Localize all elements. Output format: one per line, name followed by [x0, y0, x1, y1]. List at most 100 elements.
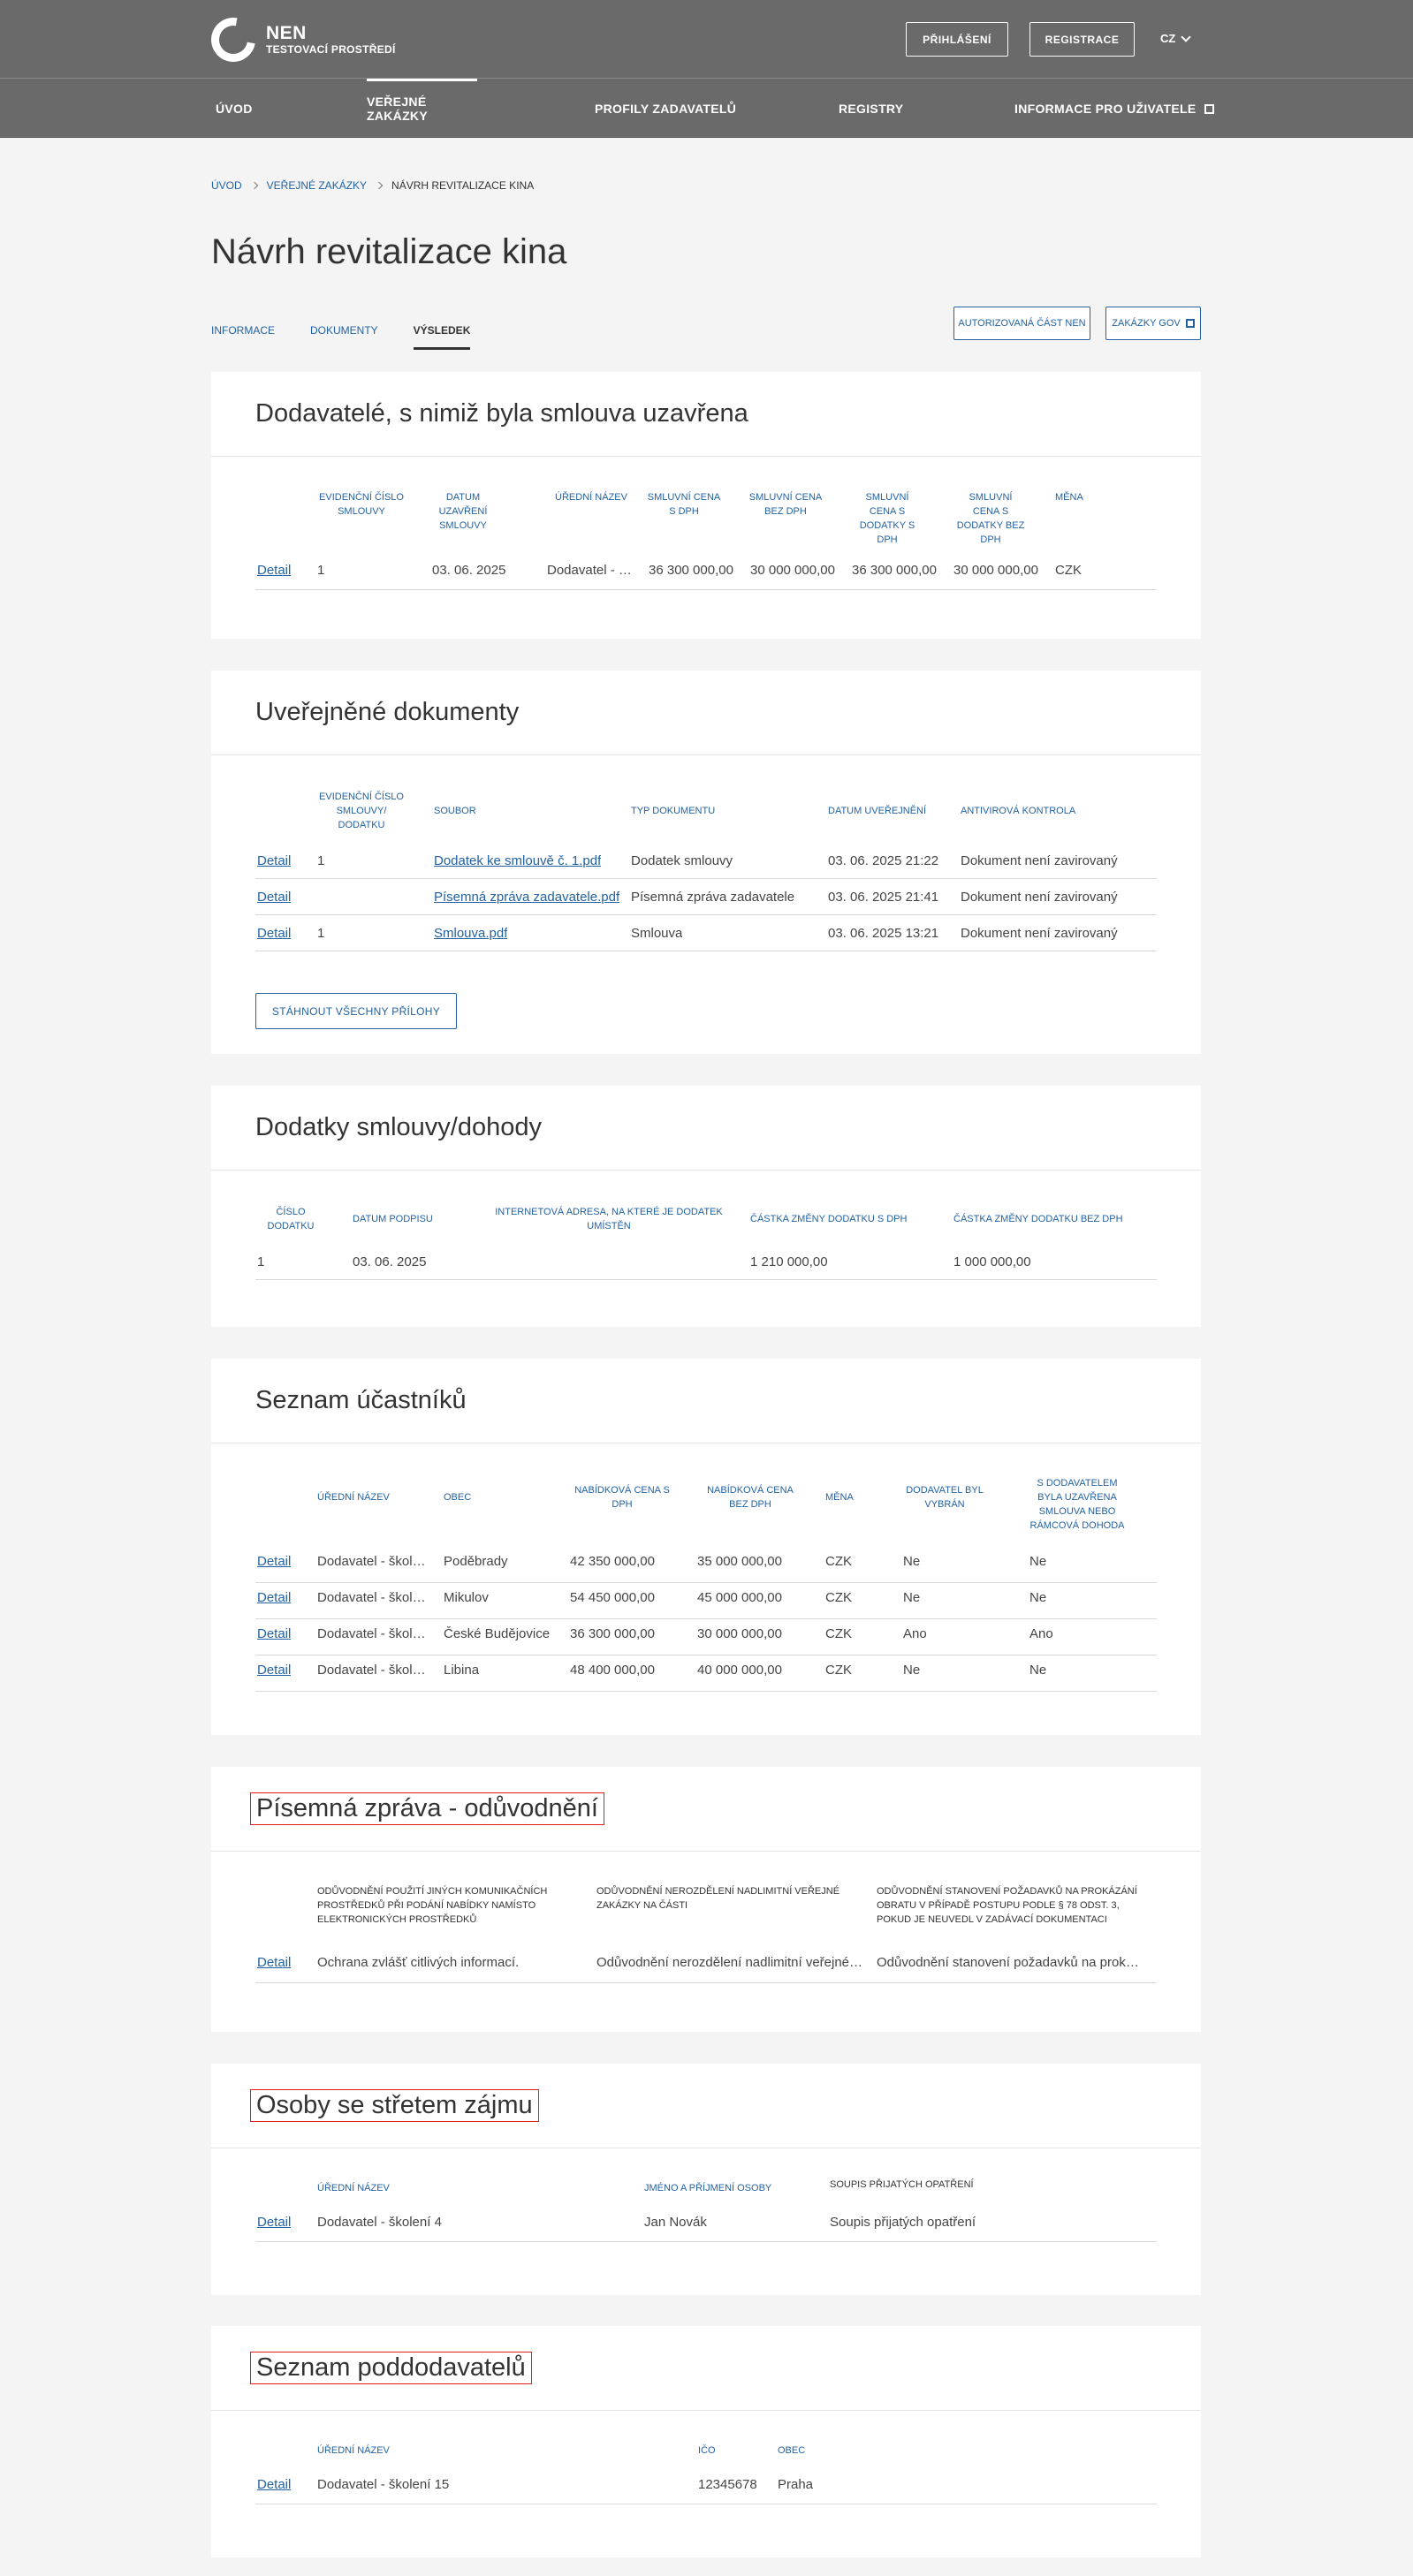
col-header: EVIDENČNÍ ČÍSLO SMLOUVY: [319, 492, 404, 517]
table-cell: Písemná zpráva zadavatele: [631, 890, 795, 905]
download-all-button[interactable]: STÁHNOUT VŠECHNY PŘÍLOHY: [255, 993, 457, 1029]
detail-link[interactable]: Detail: [257, 2215, 291, 2230]
col-header: EVIDENČNÍ ČÍSLO SMLOUVY/ DODATKU: [319, 792, 404, 830]
table-cell: České Budějovice: [444, 1626, 551, 1641]
nav-item-uvod[interactable]: ÚVOD: [216, 80, 253, 138]
table-row: Detail 1 03. 06. 2025 Dodavatel - školen…: [255, 561, 1157, 590]
col-header: SMLUVNÍ CENA S DPH: [647, 492, 721, 517]
documents-section: Uveřejněné dokumenty EVIDENČNÍ ČÍSLO SML…: [211, 671, 1201, 1054]
table-cell: 1: [257, 1254, 265, 1269]
col-header: JMÉNO A PŘÍJMENÍ OSOBY: [644, 2183, 772, 2193]
table-row: Detail Dodavatel - školení 13 Mikulov 54…: [255, 1583, 1157, 1619]
col-header: NABÍDKOVÁ CENA S DPH: [574, 1485, 670, 1510]
table-cell: 1 210 000,00: [750, 1254, 828, 1269]
col-header: ANTIVIROVÁ KONTROLA: [961, 806, 1076, 816]
breadcrumb-uvod[interactable]: ÚVOD: [211, 179, 242, 192]
logo-title: NEN: [266, 23, 307, 43]
table-row: Detail Dodavatel - školení 15 12345678 P…: [255, 2470, 1157, 2504]
detail-link[interactable]: Detail: [257, 890, 291, 905]
nav-item-profily[interactable]: PROFILY ZADAVATELŮ: [595, 80, 736, 138]
login-button[interactable]: PŘIHLÁŠENÍ: [906, 22, 1008, 57]
tab-dokumenty[interactable]: DOKUMENTY: [310, 311, 378, 350]
col-header: ÚŘEDNÍ NÁZEV: [317, 2183, 390, 2193]
col-header: SOUBOR: [434, 806, 476, 816]
nen-logo[interactable]: NEN TESTOVACÍ PROSTŘEDÍ: [202, 9, 396, 71]
table-row: Detail Dodavatel - školení 15 České Budě…: [255, 1619, 1157, 1655]
col-header: SMLUVNÍ CENA S DODATKY S DPH: [859, 492, 915, 545]
table-cell: Dodavatel - školení 12: [317, 1554, 432, 1569]
detail-link[interactable]: Detail: [257, 1590, 291, 1605]
language-select[interactable]: CZ: [1160, 31, 1192, 45]
nav-item-informace[interactable]: INFORMACE PRO UŽIVATELE: [1014, 80, 1214, 138]
detail-link[interactable]: Detail: [257, 926, 291, 941]
table-cell: Odůvodnění stanovení požadavků na prokáz…: [877, 1955, 1146, 1970]
file-link[interactable]: Dodatek ke smlouvě č. 1.pdf: [434, 853, 601, 868]
detail-link[interactable]: Detail: [257, 1663, 291, 1678]
table-cell: Ano: [903, 1626, 927, 1641]
tab-informace[interactable]: INFORMACE: [211, 311, 275, 350]
table-cell: 1: [317, 853, 325, 868]
file-link[interactable]: Smlouva.pdf: [434, 926, 507, 941]
table-cell: CZK: [825, 1663, 852, 1678]
table-cell: 48 400 000,00: [570, 1663, 655, 1678]
table-cell: 36 300 000,00: [570, 1626, 655, 1641]
breadcrumb-verejne-zakazky[interactable]: VEŘEJNÉ ZAKÁZKY: [267, 179, 367, 192]
table-cell: Dodatek smlouvy: [631, 853, 733, 868]
register-button[interactable]: REGISTRACE: [1029, 22, 1135, 57]
table-cell: Dodavatel - školení 15: [547, 563, 635, 578]
nav-item-verejne-zakazky[interactable]: VEŘEJNÉ ZAKÁZKY: [367, 79, 477, 138]
section-title: Dodavatelé, s nimiž byla smlouva uzavřen…: [255, 399, 748, 428]
zakazky-gov-button[interactable]: ZAKÁZKY GOV: [1105, 307, 1201, 340]
tab-vysledek[interactable]: VÝSLEDEK: [413, 311, 470, 350]
detail-link[interactable]: Detail: [257, 1955, 291, 1970]
table-cell: 36 300 000,00: [852, 563, 937, 578]
breadcrumb-current: NÁVRH REVITALIZACE KINA: [391, 179, 535, 192]
conflict-section: Osoby se střetem zájmu ÚŘEDNÍ NÁZEV JMÉN…: [211, 2064, 1201, 2295]
col-header: ODŮVODNĚNÍ NEROZDĚLENÍ NADLIMITNÍ VEŘEJN…: [596, 1886, 840, 1911]
table-cell: Ano: [1029, 1626, 1053, 1641]
table-cell: Libina: [444, 1663, 480, 1678]
detail-link[interactable]: Detail: [257, 563, 291, 578]
table-cell: CZK: [825, 1626, 852, 1641]
col-header: DATUM UZAVŘENÍ SMLOUVY: [438, 492, 488, 531]
detail-link[interactable]: Detail: [257, 853, 291, 868]
col-header: TYP DOKUMENTU: [631, 806, 716, 816]
table-row: Detail Ochrana zvlášť citlivých informac…: [255, 1950, 1157, 1983]
table-cell: CZK: [825, 1554, 852, 1569]
section-title: Písemná zpráva - odůvodnění: [250, 1792, 604, 1825]
site-header: NEN TESTOVACÍ PROSTŘEDÍ PŘIHLÁŠENÍ REGIS…: [0, 0, 1413, 138]
col-header: SMLUVNÍ CENA BEZ DPH: [748, 492, 823, 517]
section-title: Osoby se střetem zájmu: [250, 2089, 539, 2122]
file-link[interactable]: Písemná zpráva zadavatele.pdf: [434, 890, 619, 905]
table-cell: CZK: [825, 1590, 852, 1605]
table-row: Detail Písemná zpráva zadavatele.pdf Pís…: [255, 879, 1157, 915]
table-cell: 1: [317, 926, 325, 941]
page-title: Návrh revitalizace kina: [211, 232, 567, 271]
table-cell: 12345678: [698, 2477, 757, 2492]
table-cell: Jan Novák: [644, 2215, 707, 2230]
table-cell: Soupis přijatých opatření: [830, 2215, 976, 2230]
table-cell: Dokument není zavirovaný: [961, 890, 1118, 905]
table-cell: Dokument není zavirovaný: [961, 926, 1118, 941]
table-cell: 36 300 000,00: [649, 563, 733, 578]
table-row: Detail 1 Smlouva.pdf Smlouva 03. 06. 202…: [255, 915, 1157, 951]
nav-item-registry[interactable]: REGISTRY: [839, 80, 903, 138]
table-row: Detail Dodavatel - školení 4 Jan Novák S…: [255, 2208, 1157, 2242]
table-cell: 03. 06. 2025 21:22: [828, 853, 939, 868]
detail-link[interactable]: Detail: [257, 1626, 291, 1641]
table-cell: 03. 06. 2025 21:41: [828, 890, 939, 905]
table-cell: 30 000 000,00: [953, 563, 1038, 578]
language-label: CZ: [1160, 32, 1176, 45]
subcontractors-section: Seznam poddodavatelů ÚŘEDNÍ NÁZEV IČO OB…: [211, 2326, 1201, 2557]
detail-link[interactable]: Detail: [257, 1554, 291, 1569]
col-header: ODŮVODNĚNÍ POUŽITÍ JINÝCH KOMUNIKAČNÍCH …: [317, 1886, 548, 1925]
external-link-icon: [1204, 103, 1214, 114]
table-cell: 35 000 000,00: [697, 1554, 782, 1569]
table-cell: Ne: [903, 1554, 921, 1569]
detail-link[interactable]: Detail: [257, 2477, 291, 2492]
table-row: Detail 1 Dodatek ke smlouvě č. 1.pdf Dod…: [255, 843, 1157, 879]
col-header: OBEC: [778, 2445, 806, 2456]
authorized-part-button[interactable]: AUTORIZOVANÁ ČÁST NEN: [953, 307, 1090, 340]
col-header: MĚNA: [1055, 492, 1083, 503]
table-cell: Odůvodnění nerozdělení nadlimitní veřejn…: [596, 1955, 866, 1970]
